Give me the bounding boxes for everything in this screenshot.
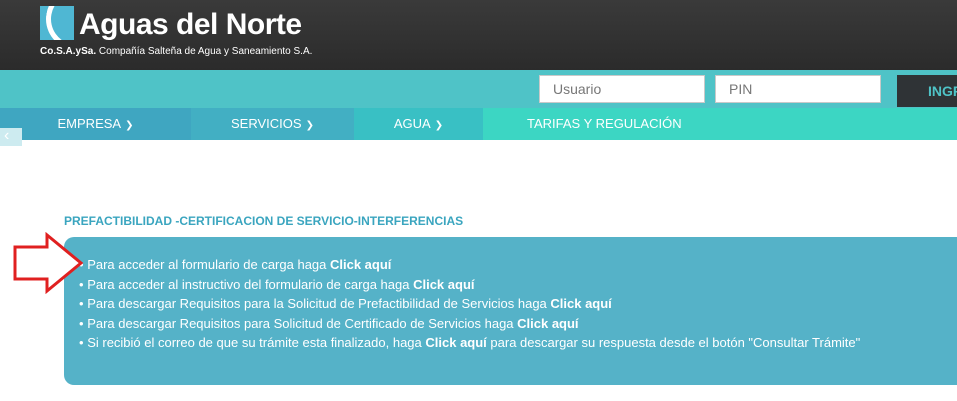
section-title: PREFACTIBILIDAD -CERTIFICACION DE SERVIC… [64,214,464,228]
chevron-left-icon: ‹ [4,127,10,144]
logo-icon [40,6,74,40]
item-text-after: para descargar su respuesta desde el bot… [486,335,861,350]
item-text: Para acceder al formulario de carga haga [87,257,330,272]
chevron-down-icon: ❯ [434,120,444,131]
nav-item-label: AGUA [393,116,431,131]
list-item: • Si recibió el correo de que su trámite… [79,333,860,353]
click-here-link[interactable]: Click aquí [425,335,486,350]
nav-item-label: EMPRESA [57,116,122,131]
click-here-link[interactable]: Click aquí [517,316,578,331]
username-input[interactable] [539,75,705,103]
list-item: • Para acceder al formulario de carga ha… [79,255,860,275]
nav-item-agua[interactable]: AGUA ❯ [354,108,483,140]
logo-subtitle: Co.S.A.ySa. Compañía Salteña de Agua y S… [40,46,312,57]
chevron-down-icon: ❯ [305,120,314,131]
list-item: • Para descargar Requisitos para Solicit… [79,314,860,334]
click-here-link[interactable]: Click aquí [550,296,611,311]
list-item: • Para acceder al instructivo del formul… [79,275,860,295]
bullet: • [79,335,84,350]
nav-item-empresa[interactable]: EMPRESA ❯ [0,108,191,140]
item-text: Para descargar Requisitos para la Solici… [87,296,551,311]
item-text: Si recibió el correo de que su trámite e… [87,335,426,350]
login-button[interactable]: INGR [897,75,957,107]
item-text: Para acceder al instructivo del formular… [87,276,414,292]
nav-item-tarifas[interactable]: TARIFAS Y REGULACIÓN [483,108,957,140]
logo-subtitle-full: Compañía Salteña de Agua y Saneamiento S… [98,46,313,57]
red-arrow-icon [13,232,84,294]
logo-subtitle-abbr: Co.S.A.ySa. [40,46,97,57]
nav-item-label: SERVICIOS [231,116,302,131]
item-text: Para descargar Requisitos para Solicitud… [87,315,518,331]
info-list: • Para acceder al formulario de carga ha… [79,255,860,353]
chevron-down-icon: ❯ [125,120,134,131]
nav-item-label: TARIFAS Y REGULACIÓN [527,116,682,131]
nav-item-servicios[interactable]: SERVICIOS ❯ [191,108,354,140]
header-bar: Aguas del Norte Co.S.A.ySa. Compañía Sal… [0,0,957,70]
bullet: • [79,296,84,311]
pin-input[interactable] [715,75,881,103]
list-item: • Para descargar Requisitos para la Soli… [79,294,860,314]
logo-title[interactable]: Aguas del Norte [79,8,302,42]
bullet: • [79,315,84,331]
click-here-link[interactable]: Click aquí [330,257,391,272]
click-here-link[interactable]: Click aquí [413,277,474,292]
main-nav: EMPRESA ❯ SERVICIOS ❯ AGUA ❯ TARIFAS Y REGU… [0,108,957,140]
slider-prev-tab[interactable]: ‹ [0,127,22,146]
